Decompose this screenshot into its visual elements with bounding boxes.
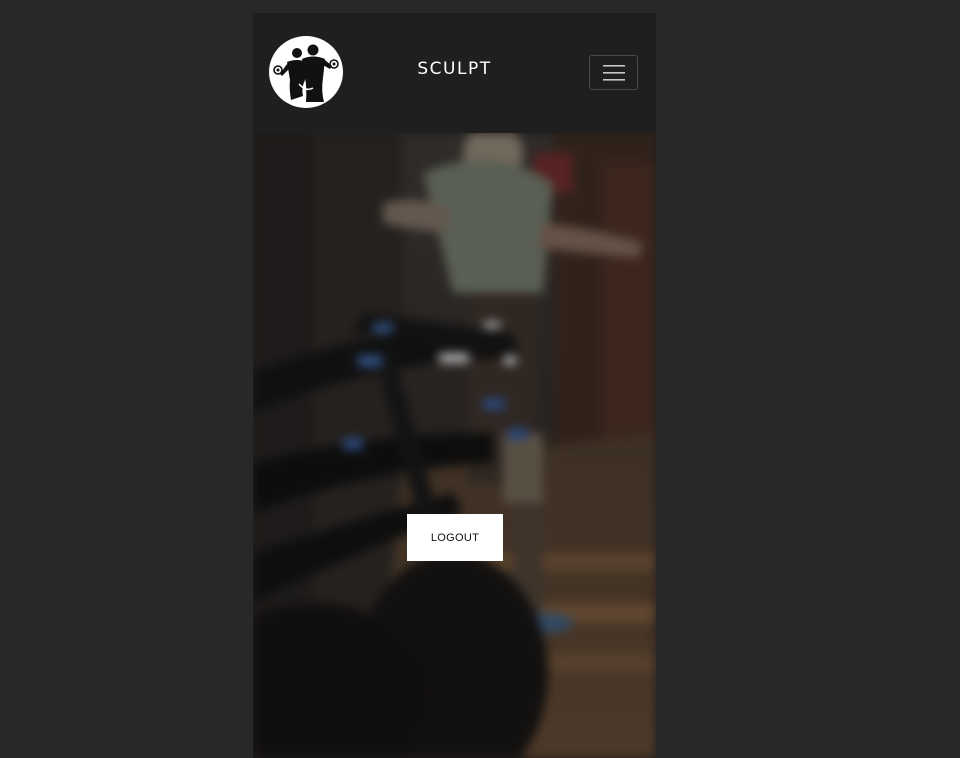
hamburger-menu-icon <box>602 64 625 81</box>
logout-button[interactable]: LOGOUT <box>407 514 503 561</box>
hero-overlay <box>253 133 656 758</box>
hero-section: LOGOUT <box>253 133 656 758</box>
menu-toggle-button[interactable] <box>589 55 638 90</box>
mobile-viewport: SCULPT LOGOUT <box>253 13 656 758</box>
navbar: SCULPT <box>253 13 656 133</box>
